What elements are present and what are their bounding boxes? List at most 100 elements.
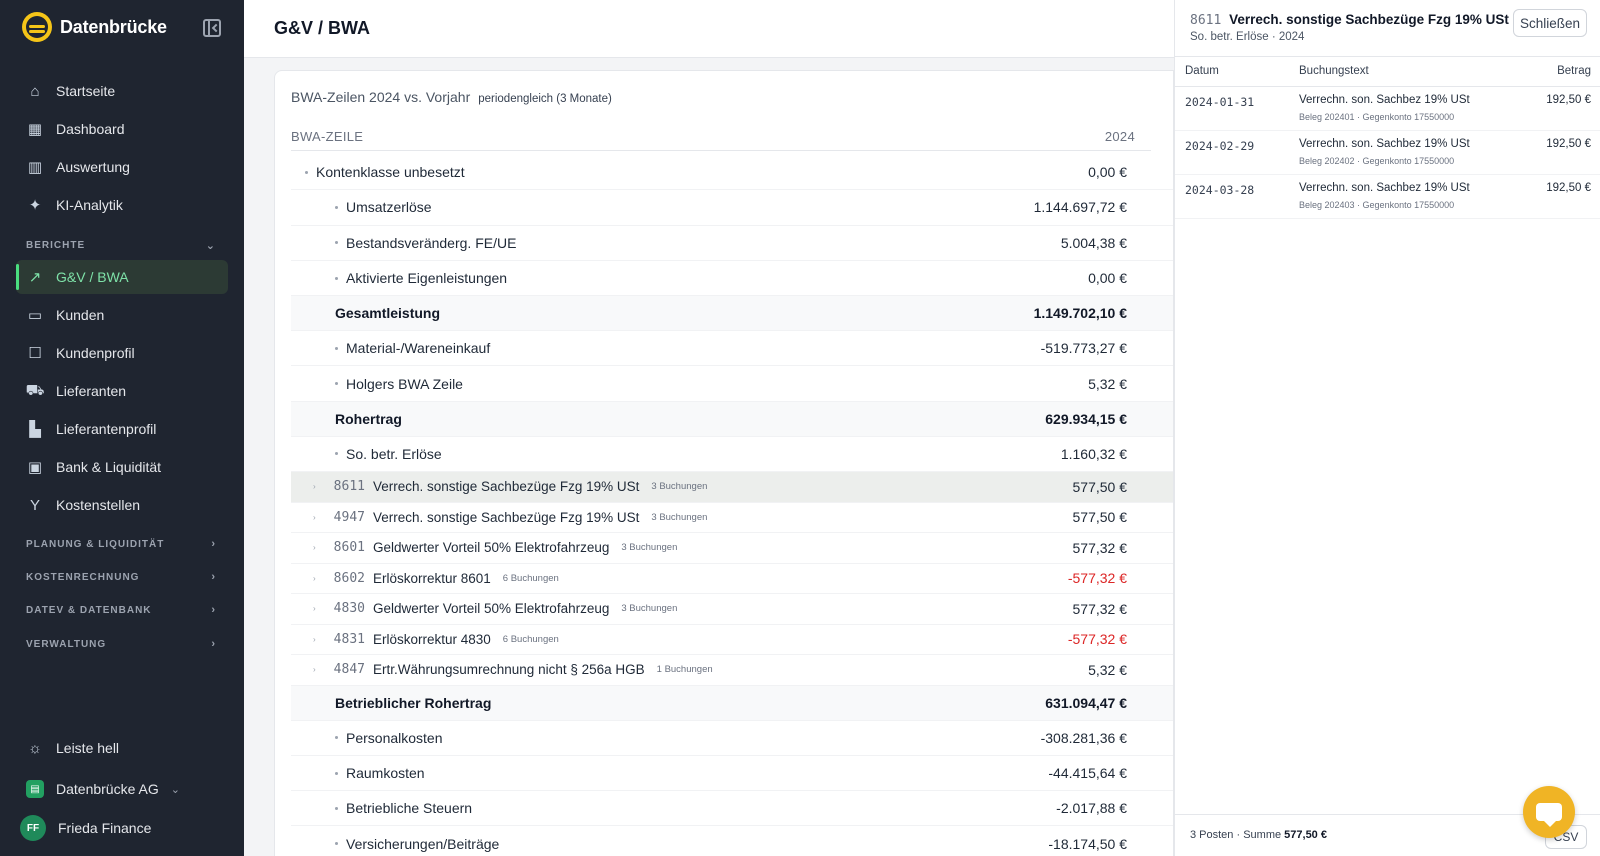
chevron-right-icon: › (211, 638, 216, 650)
org-name: Datenbrücke AG (56, 781, 159, 797)
row-value: 5,32 € (1088, 661, 1127, 678)
detail-entry-row[interactable]: 2024-03-28 Verrechn. son. Sachbez 19% US… (1175, 175, 1600, 219)
bwa-row[interactable]: So. betr. Erlöse 1.160,32 € (291, 437, 1173, 473)
row-value: -2.017,88 € (1056, 800, 1127, 817)
account-row[interactable]: › 8601 Geldwerter Vorteil 50% Elektrofahrz… (291, 533, 1173, 564)
row-value: 0,00 € (1088, 270, 1127, 287)
detail-summary: 3 Posten · Summe 577,50 € (1190, 829, 1327, 841)
summary-prefix: 3 Posten · Summe (1190, 829, 1282, 841)
bwa-row[interactable]: Umsatzerlöse 1.144.697,72 € (291, 190, 1173, 226)
expand-chevron-icon[interactable]: › (313, 635, 316, 644)
row-value: 5,32 € (1088, 375, 1127, 392)
nav-item-bank-liquiditaet[interactable]: ▣ Bank & Liquidität (16, 450, 228, 484)
account-row[interactable]: › 4830 Geldwerter Vorteil 50% Elektrofahrz… (291, 594, 1173, 625)
row-label: Aktivierte Eigenleistungen (291, 270, 507, 286)
nav-item-guv-bwa[interactable]: ↗ G&V / BWA (16, 260, 228, 294)
theme-toggle-label: Leiste hell (56, 740, 120, 756)
nav-item-label: Bank & Liquidität (56, 459, 162, 475)
nav-item-label: Dashboard (56, 121, 125, 137)
entry-meta: Beleg 202401 · Gegenkonto 17550000 (1299, 112, 1455, 122)
nav-item-kunden[interactable]: ▭ Kunden (16, 298, 228, 332)
detail-account-name: Verrech. sonstige Sachbezüge Fzg 19% USt (1229, 12, 1509, 27)
brand[interactable]: Datenbrücke (22, 12, 167, 42)
nav-item-dashboard[interactable]: ▦ Dashboard (16, 112, 228, 146)
section-verwaltung[interactable]: VERWALTUNG › (26, 638, 216, 650)
entry-meta: Beleg 202402 · Gegenkonto 17550000 (1299, 156, 1455, 166)
bwa-row[interactable]: Material-/Wareneinkauf -519.773,27 € (291, 331, 1173, 367)
section-planung[interactable]: PLANUNG & LIQUIDITÄT › (26, 538, 216, 550)
expand-bullet-icon[interactable] (335, 382, 338, 386)
column-label-year[interactable]: 2024 (1105, 129, 1135, 144)
expand-chevron-icon[interactable]: › (313, 574, 316, 583)
expand-chevron-icon[interactable]: › (313, 543, 316, 552)
expand-bullet-icon[interactable] (335, 806, 338, 810)
expand-chevron-icon[interactable]: › (313, 482, 316, 491)
booking-count-badge: 3 Buchungen (621, 542, 678, 554)
sum-row: Gesamtleistung 1.149.702,10 € (291, 296, 1173, 332)
detail-column-header: Datum Buchungstext Betrag (1175, 57, 1600, 87)
expand-bullet-icon[interactable] (335, 346, 338, 350)
bwa-row[interactable]: Holgers BWA Zeile 5,32 € (291, 367, 1173, 402)
row-label: › 8611 Verrech. sonstige Sachbezüge Fzg 19… (291, 479, 707, 494)
bwa-row[interactable]: Raumkosten -44.415,64 € (291, 756, 1173, 792)
expand-bullet-icon[interactable] (335, 771, 338, 775)
section-datev[interactable]: DATEV & DATENBANK › (26, 604, 216, 616)
row-label: › 4847 Ertr.Währungsumrechnung nicht § 256… (291, 662, 713, 677)
bwa-row[interactable]: Aktivierte Eigenleistungen 0,00 € (291, 261, 1173, 297)
account-number: 4847 (333, 662, 365, 678)
expand-bullet-icon[interactable] (335, 452, 338, 456)
row-label: Bestandsveränderg. FE/UE (291, 235, 516, 251)
account-row[interactable]: › 4947 Verrech. sonstige Sachbezüge Fzg 19… (291, 503, 1173, 534)
close-button[interactable]: Schließen (1513, 9, 1587, 37)
row-label: › 4830 Geldwerter Vorteil 50% Elektrofahrz… (291, 601, 677, 616)
nav-item-label: G&V / BWA (56, 269, 129, 285)
nav-item-lieferantenprofil[interactable]: ▙ Lieferantenprofil (16, 412, 228, 446)
expand-bullet-icon[interactable] (335, 736, 338, 740)
nav-item-auswertung[interactable]: ▥ Auswertung (16, 150, 228, 184)
nav-item-ki-analytik[interactable]: ✦ KI-Analytik (16, 188, 228, 222)
account-row[interactable]: › 4831 Erlöskorrektur 4830 6 Buchungen -577,… (291, 625, 1173, 656)
expand-bullet-icon[interactable] (335, 276, 338, 280)
trend-icon: ↗ (28, 269, 42, 286)
user-menu[interactable]: FF Frieda Finance (20, 815, 151, 841)
bar-chart-icon: ▥ (27, 159, 43, 176)
collapse-sidebar-icon[interactable] (203, 19, 221, 37)
account-row[interactable]: › 4847 Ertr.Währungsumrechnung nicht § 256… (291, 655, 1173, 686)
bwa-row[interactable]: Betriebliche Steuern -2.017,88 € (291, 791, 1173, 827)
nav-item-lieferanten[interactable]: ⛟ Lieferanten (16, 374, 228, 408)
account-number: 4830 (333, 601, 365, 617)
row-label-text: Rohertrag (335, 410, 402, 427)
section-berichte[interactable]: BERICHTE ⌄ (26, 239, 216, 252)
factory-icon: ▙ (29, 421, 41, 438)
bwa-row[interactable]: Personalkosten -308.281,36 € (291, 721, 1173, 756)
nav-item-kundenprofil[interactable]: ☐ Kundenprofil (16, 336, 228, 370)
entry-amount: 192,50 € (1546, 182, 1591, 194)
bwa-row[interactable]: Versicherungen/Beiträge -18.174,50 € (291, 827, 1173, 856)
expand-bullet-icon[interactable] (305, 170, 308, 174)
expand-chevron-icon[interactable]: › (313, 665, 316, 674)
row-label-text: Kontenklasse unbesetzt (316, 164, 465, 181)
theme-toggle[interactable]: ☼ Leiste hell (26, 739, 119, 757)
booking-count-badge: 3 Buchungen (651, 481, 708, 493)
chat-icon[interactable] (1523, 786, 1575, 838)
detail-entry-row[interactable]: 2024-01-31 Verrechn. son. Sachbez 19% US… (1175, 87, 1600, 131)
expand-chevron-icon[interactable]: › (313, 604, 316, 613)
expand-chevron-icon[interactable]: › (313, 513, 316, 522)
bwa-row[interactable]: Bestandsveränderg. FE/UE 5.004,38 € (291, 226, 1173, 261)
detail-entry-row[interactable]: 2024-02-29 Verrechn. son. Sachbez 19% US… (1175, 131, 1600, 175)
section-kostenrechnung[interactable]: KOSTENRECHNUNG › (26, 571, 216, 583)
expand-bullet-icon[interactable] (335, 205, 338, 209)
row-label: Raumkosten (291, 765, 425, 781)
expand-bullet-icon[interactable] (335, 241, 338, 245)
column-label-bwa-zeile[interactable]: BWA-ZEILE (291, 129, 363, 144)
account-row[interactable]: › 8611 Verrech. sonstige Sachbezüge Fzg 19… (291, 472, 1173, 503)
nav-item-startseite[interactable]: ⌂ Startseite (16, 74, 228, 108)
report-column-header: BWA-ZEILE 2024 (291, 129, 1151, 151)
account-row[interactable]: › 8602 Erlöskorrektur 8601 6 Buchungen -577,… (291, 564, 1173, 595)
org-switcher[interactable]: ▤ Datenbrücke AG ⌄ (26, 780, 180, 798)
expand-bullet-icon[interactable] (335, 842, 338, 846)
bwa-row[interactable]: Kontenklasse unbesetzt 0,00 € (291, 155, 1173, 191)
detail-title: 8611 Verrech. sonstige Sachbezüge Fzg 19… (1190, 12, 1509, 28)
nav-item-kostenstellen[interactable]: Y Kostenstellen (16, 488, 228, 522)
row-label: › 8602 Erlöskorrektur 8601 6 Buchungen (291, 571, 559, 586)
